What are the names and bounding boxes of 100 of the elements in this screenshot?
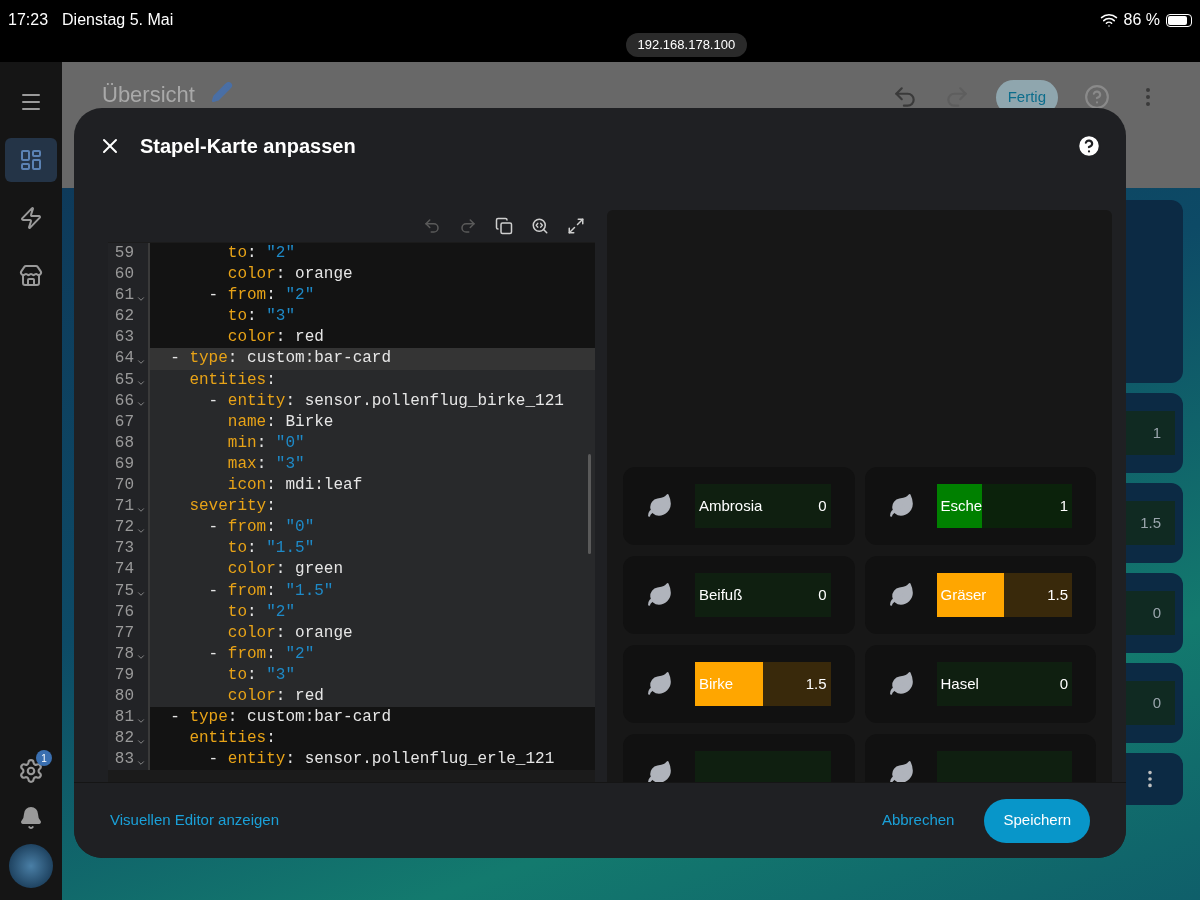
leaf-icon [888,493,915,519]
redo-icon[interactable] [459,217,477,235]
bar-value: 1.5 [1047,584,1068,605]
code-line: - entity: sensor.pollenflug_birke_121 [207,391,564,410]
code-editor[interactable] [108,242,595,782]
line-number: 81 [114,707,134,729]
wifi-icon [1099,11,1118,29]
code-line: color: orange [226,265,353,284]
code-line: - type: custom:bar-card [169,349,392,368]
sidebar-item[interactable] [5,138,57,182]
leaf-icon [888,760,915,782]
code-line: color: red [226,328,324,347]
code-line: entities: [188,729,276,748]
leaf-icon [888,582,915,608]
status-date: Dienstag 5. Mai [62,10,174,30]
line-number: 77 [114,622,134,644]
bar-value: 0 [1059,673,1068,694]
settings-icon[interactable] [18,758,44,784]
code-line: severity: [188,497,276,516]
save-button[interactable]: Speichern [984,798,1090,843]
url-pill[interactable]: 192.168.178.100 [625,33,748,57]
line-number: 74 [114,559,134,581]
bar-value: 1.5 [805,673,827,694]
bar-label: Birke [699,673,734,694]
bar-value: 1 [1059,495,1068,516]
line-number: 72 [114,517,134,539]
cancel-button[interactable]: Abbrechen [881,809,955,832]
line-number: 83 [114,749,134,771]
line-number: 63 [114,327,134,349]
card-value: 0 [1152,602,1161,623]
line-number: 71 [114,496,134,518]
line-number: 68 [114,432,134,454]
bar-value: 0 [818,495,827,516]
code-line: - entity: sensor.pollenflug_erle_121 [207,750,555,769]
code-line: name: Birke [226,412,334,431]
battery-icon [1166,13,1192,27]
leaf-icon [647,582,673,608]
line-number: 69 [114,453,134,475]
leaf-icon [647,493,673,519]
code-line: - from: "0" [207,518,315,537]
code-line: color: red [226,686,324,705]
leaf-icon [647,671,673,697]
store-icon [19,264,43,288]
line-number: 62 [114,306,134,328]
notification-badge: 1 [36,750,52,766]
bar-value: 0 [818,584,827,605]
code-line: to: "1.5" [226,539,315,558]
line-number: 66 [114,390,134,412]
bell-icon[interactable] [19,806,43,830]
status-time: 17:23 [8,10,49,30]
battery-percent: 86 % [1123,10,1160,30]
page-title: Übersicht [102,81,195,109]
line-number: 67 [114,411,134,433]
bar-label: Hasel [940,673,979,694]
line-number: 65 [114,369,134,391]
line-number: 79 [114,664,134,686]
visual-editor-link[interactable]: Visuellen Editor anzeigen [110,809,279,832]
card-value: 0 [1152,692,1161,713]
code-line: to: "3" [226,307,296,326]
scrollbar[interactable] [588,454,591,554]
code-line: to: "2" [226,244,296,262]
fold-chevron-icon[interactable] [136,357,146,367]
avatar[interactable] [9,844,53,888]
code-line: color: green [226,560,344,579]
leaf-icon [647,760,673,782]
help-icon[interactable] [1076,133,1102,159]
lightning-icon [19,206,43,230]
copy-icon[interactable] [495,217,513,235]
line-number: 76 [114,601,134,623]
code-line: to: "3" [226,665,296,684]
undo-icon[interactable] [423,217,441,235]
code-line: - from: "2" [207,644,315,663]
code-line: min: "0" [226,433,305,452]
line-number: 78 [114,643,134,665]
code-line: - from: "1.5" [207,581,334,600]
line-number: 60 [114,264,134,286]
bar-label: Beifuß [699,584,743,605]
line-number: 75 [114,580,134,602]
code-line: - type: custom:bar-card [169,708,392,727]
code-line: color: orange [226,623,353,642]
search-replace-icon[interactable] [531,217,549,235]
line-number: 59 [114,243,134,264]
line-number: 64 [114,348,134,370]
leaf-icon [888,671,915,697]
code-line: icon: mdi:leaf [226,476,363,495]
card-value: 1 [1152,422,1161,443]
dashboard-icon [19,148,43,172]
fullscreen-icon[interactable] [567,217,585,235]
line-number: 80 [114,685,134,707]
dialog-title: Stapel-Karte anpassen [140,134,356,159]
code-line: entities: [188,370,276,389]
code-line: max: "3" [226,454,305,473]
card-value: 1.5 [1140,512,1161,533]
bar-label: Ambrosia [699,495,763,516]
bar-label: Gräser [940,584,987,605]
line-number: 73 [114,538,134,560]
code-line: - from: "2" [207,286,315,305]
line-number: 70 [114,475,134,497]
bar-label: Esche [940,495,983,516]
line-number: 61 [114,285,134,307]
